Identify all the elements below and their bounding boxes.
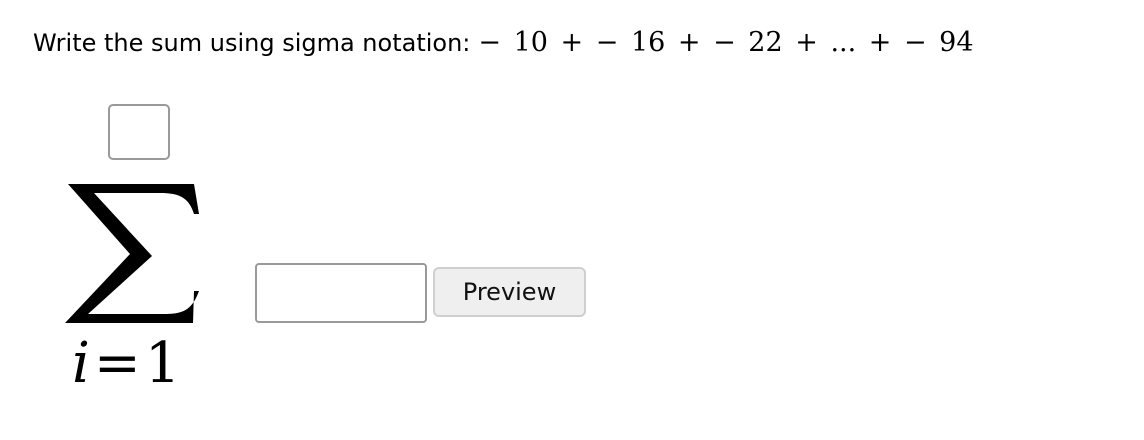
question-text: Write the sum using sigma notation: − 10… — [33, 27, 974, 58]
question-prompt: Write the sum using sigma notation: — [33, 29, 471, 57]
upper-limit-input[interactable] — [108, 104, 170, 160]
sigma-icon — [65, 184, 199, 323]
index-variable: i — [72, 331, 90, 396]
lower-limit: 1 — [144, 331, 181, 396]
summand-input[interactable] — [255, 263, 427, 323]
series-expression: − 10 + − 16 + − 22 + ... + − 94 — [478, 27, 974, 58]
preview-button[interactable]: Preview — [433, 267, 586, 317]
index-equals: = — [93, 331, 141, 396]
sigma-lower-index: i=1 — [72, 336, 180, 392]
